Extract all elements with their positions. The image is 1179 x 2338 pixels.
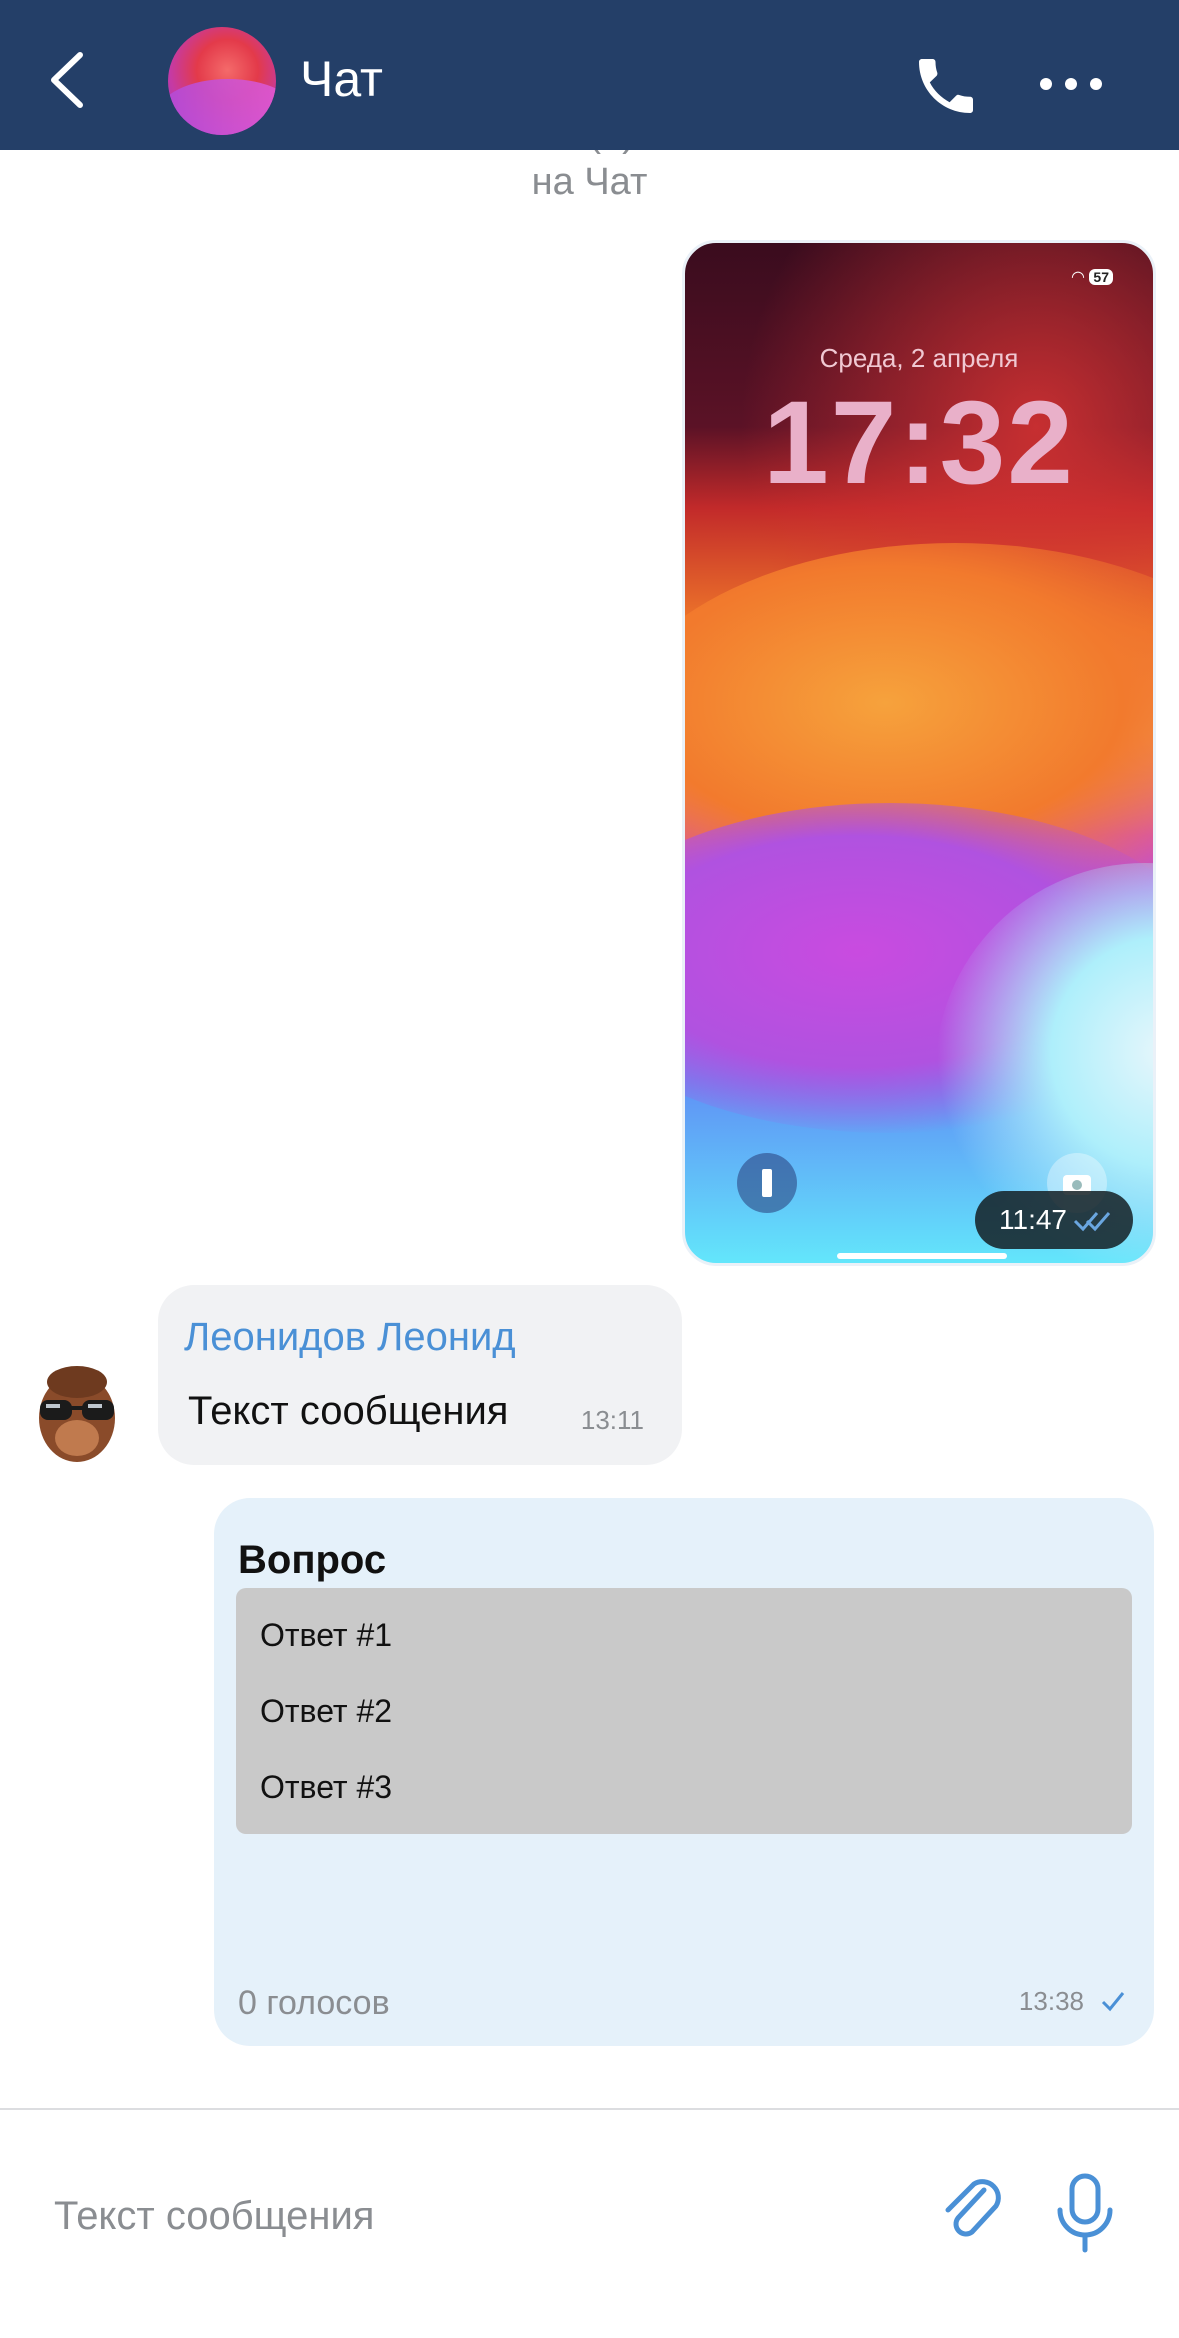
message-text: Текст сообщения xyxy=(188,1389,509,1433)
chevron-left-icon xyxy=(51,52,83,108)
poll-question: Вопрос xyxy=(238,1538,387,1582)
message-input[interactable] xyxy=(52,2180,876,2252)
poll-message: Вопрос Ответ #1 Ответ #2 Ответ #3 0 голо… xyxy=(214,1498,1154,2046)
paperclip-icon xyxy=(945,2179,1001,2237)
message-time: 13:11 xyxy=(580,1405,644,1435)
incoming-message-bubble[interactable]: Леонидов Леонид Текст сообщения 13:11 xyxy=(158,1285,682,1465)
chat-avatar[interactable] xyxy=(168,27,276,135)
more-dots-icon xyxy=(1040,78,1102,90)
lock-date: Среда, 2 апреля xyxy=(819,343,1019,373)
lock-status-bar: ◠ 57 xyxy=(1071,267,1113,287)
call-button[interactable] xyxy=(910,50,982,122)
attach-button[interactable] xyxy=(936,2170,1006,2250)
back-button[interactable] xyxy=(40,45,100,115)
lock-time: 17:32 xyxy=(763,377,1075,509)
microphone-button[interactable] xyxy=(1052,2170,1118,2256)
wifi-icon: ◠ xyxy=(1071,269,1085,286)
composer-bar xyxy=(0,2108,1179,2338)
image-timestamp: 11:47 xyxy=(975,1191,1133,1249)
more-button[interactable] xyxy=(1036,70,1106,98)
flashlight-icon xyxy=(737,1153,797,1213)
system-message-line2: на Чат xyxy=(531,161,648,203)
sender-name[interactable]: Леонидов Леонид xyxy=(184,1315,516,1360)
poll-votes: 0 голосов xyxy=(238,1984,390,2022)
monkey-sunglasses-avatar xyxy=(39,1366,115,1462)
microphone-icon xyxy=(1057,2173,1113,2253)
phone-icon xyxy=(919,59,973,113)
chat-header: Чат xyxy=(0,0,1179,150)
battery-badge: 57 xyxy=(1089,269,1113,285)
double-check-icon xyxy=(1073,1212,1111,1232)
poll-time: 13:38 xyxy=(1018,1986,1084,2016)
image-time-text: 11:47 xyxy=(999,1204,1067,1235)
image-message[interactable]: ◠ 57 Среда, 2 апреля 17:32 11:47 xyxy=(682,240,1156,1266)
chat-title[interactable]: Чат xyxy=(300,50,383,108)
poll-option-3[interactable]: Ответ #3 xyxy=(236,1740,1132,1834)
sender-avatar[interactable] xyxy=(34,1360,120,1464)
home-indicator xyxy=(837,1253,1007,1259)
check-icon xyxy=(1101,1992,1125,2012)
